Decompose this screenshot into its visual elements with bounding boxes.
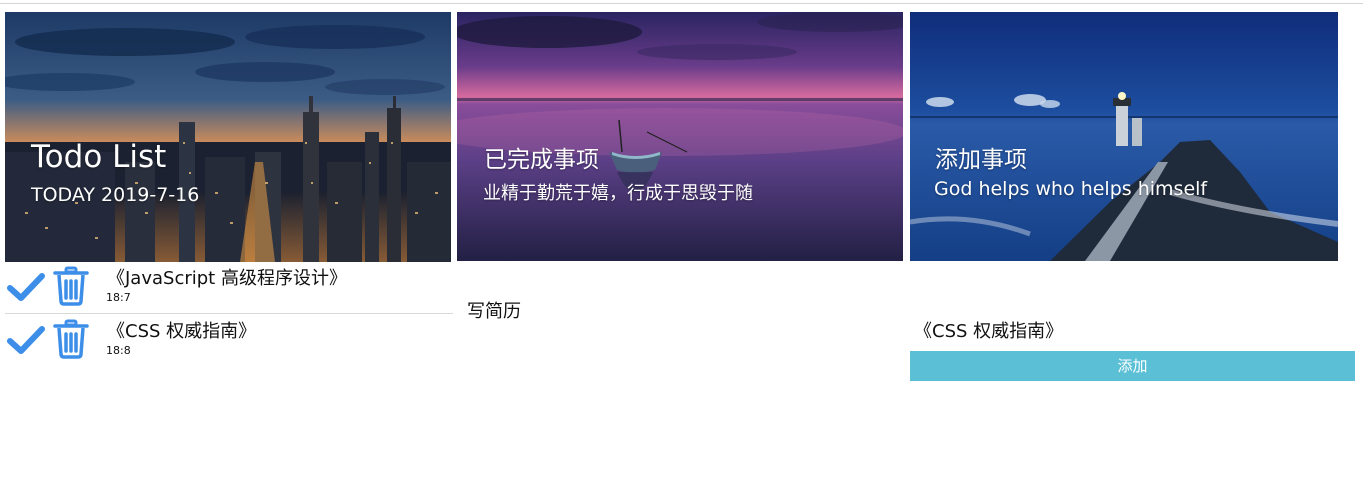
todo-item-title: 《JavaScript 高级程序设计》 <box>107 268 347 289</box>
todo-item-time: 18:8 <box>106 344 131 357</box>
trash-icon[interactable] <box>53 319 89 359</box>
completed-item: 写简历 <box>467 301 521 322</box>
completed-banner: 已完成事项 业精于勤荒于嬉，行成于思毁于随 <box>457 12 903 261</box>
todo-item: 《CSS 权威指南》 18:8 <box>5 315 453 366</box>
todo-list-banner: Todo List TODAY 2019-7-16 <box>5 12 451 262</box>
todo-panel-date: TODAY 2019-7-16 <box>31 184 200 206</box>
add-item-input[interactable]: 《CSS 权威指南》 <box>914 317 1063 343</box>
todo-item-title: 《CSS 权威指南》 <box>107 321 257 342</box>
todo-item: 《JavaScript 高级程序设计》 18:7 <box>5 262 453 314</box>
check-icon[interactable] <box>7 272 45 302</box>
trash-icon[interactable] <box>53 266 89 306</box>
todo-item-time: 18:7 <box>106 291 131 304</box>
lake-sunset-image <box>457 12 903 261</box>
check-icon[interactable] <box>7 325 45 355</box>
top-divider <box>0 3 1363 4</box>
todo-panel-title: Todo List <box>31 139 167 175</box>
add-item-banner: 添加事项 God helps who helps himself <box>910 12 1338 261</box>
completed-panel-motto: 业精于勤荒于嬉，行成于思毁于随 <box>483 183 753 204</box>
city-night-image <box>5 12 451 262</box>
add-panel-title: 添加事项 <box>935 147 1027 173</box>
completed-panel-title: 已完成事项 <box>484 147 599 173</box>
add-button[interactable]: 添加 <box>910 351 1355 381</box>
add-panel-motto: God helps who helps himself <box>934 178 1208 200</box>
lighthouse-image <box>910 12 1338 261</box>
